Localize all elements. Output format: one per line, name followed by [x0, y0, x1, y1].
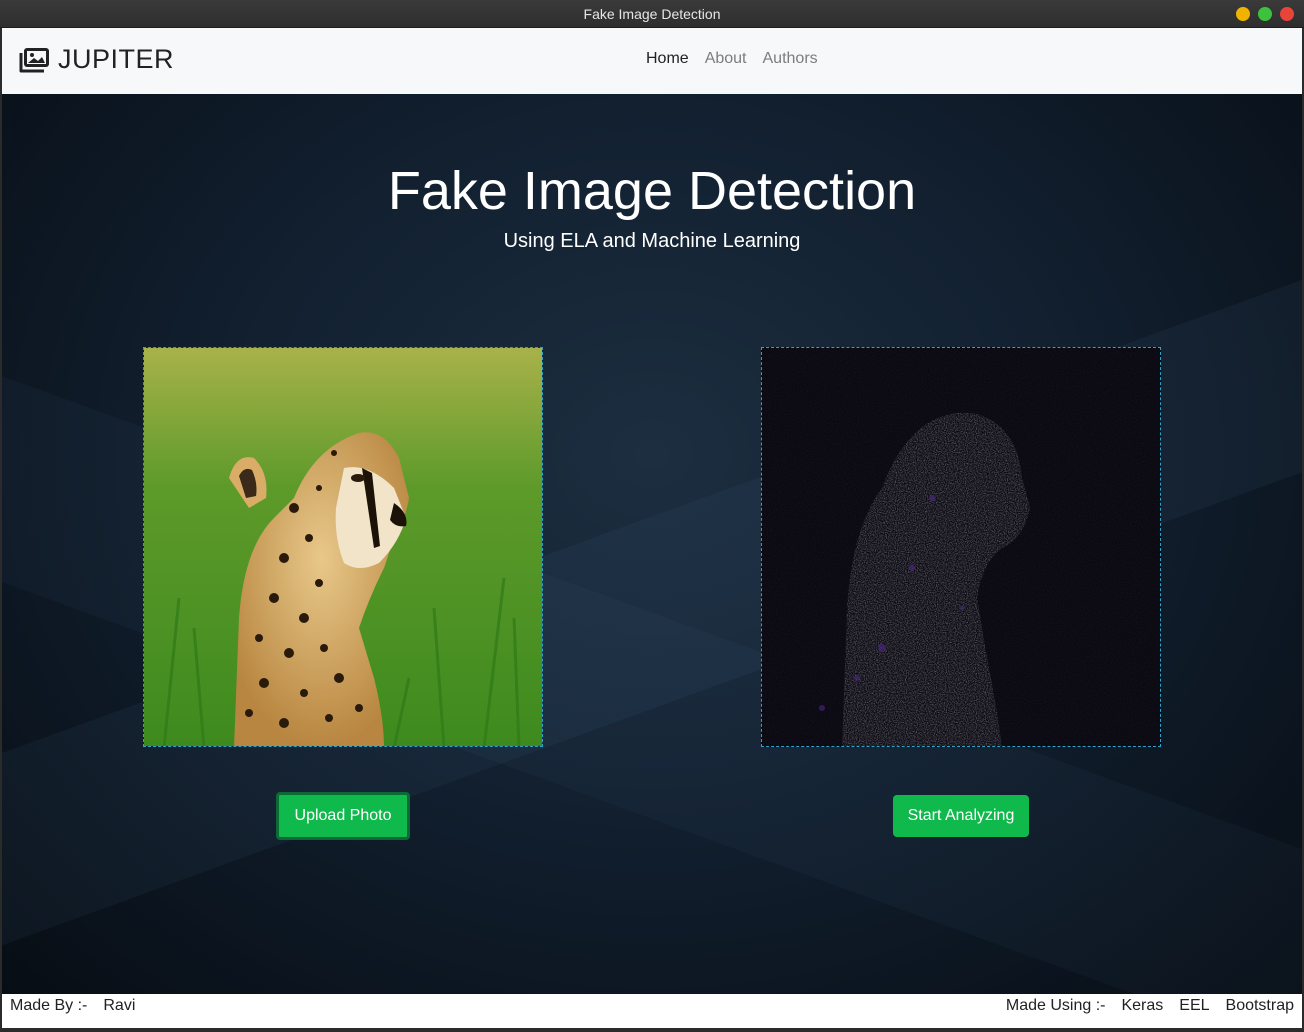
- uploaded-image: [143, 347, 543, 747]
- navbar: JUPITER Home About Authors: [2, 28, 1302, 94]
- tech-bootstrap: Bootstrap: [1225, 997, 1294, 1014]
- footer: Made By :- Ravi Made Using :- Keras EEL …: [2, 994, 1302, 1028]
- tech-eel: EEL: [1179, 997, 1210, 1014]
- images-icon: [19, 47, 49, 72]
- nav-authors[interactable]: Authors: [763, 50, 818, 68]
- nav-home[interactable]: Home: [646, 50, 689, 68]
- window-titlebar: Fake Image Detection: [0, 0, 1304, 28]
- ela-noise-map: [762, 348, 1160, 746]
- footer-credits: Made By :- Ravi: [10, 997, 135, 1015]
- upload-photo-button[interactable]: Upload Photo: [276, 792, 410, 840]
- page-title: Fake Image Detection: [387, 161, 917, 221]
- ela-result-image: [761, 347, 1161, 747]
- nav-links: Home About Authors: [646, 50, 818, 68]
- brand-name: JUPITER: [58, 44, 175, 74]
- window-title: Fake Image Detection: [583, 5, 721, 22]
- cheetah-photo: [144, 348, 542, 746]
- page-subtitle: Using ELA and Machine Learning: [503, 230, 801, 252]
- maximize-button[interactable]: [1258, 7, 1272, 21]
- footer-tech: Made Using :- Keras EEL Bootstrap: [1006, 997, 1294, 1015]
- start-analyzing-button[interactable]: Start Analyzing: [893, 795, 1029, 837]
- minimize-button[interactable]: [1236, 7, 1250, 21]
- window-controls: [1236, 7, 1294, 21]
- made-using-label: Made Using :-: [1005, 997, 1106, 1014]
- hero-section: Fake Image Detection Using ELA and Machi…: [2, 94, 1302, 994]
- brand[interactable]: JUPITER: [18, 44, 174, 75]
- author-name: Ravi: [103, 997, 136, 1014]
- tech-keras: Keras: [1121, 997, 1164, 1014]
- nav-about[interactable]: About: [705, 50, 747, 68]
- close-button[interactable]: [1280, 7, 1294, 21]
- made-by-label: Made By :-: [10, 997, 88, 1014]
